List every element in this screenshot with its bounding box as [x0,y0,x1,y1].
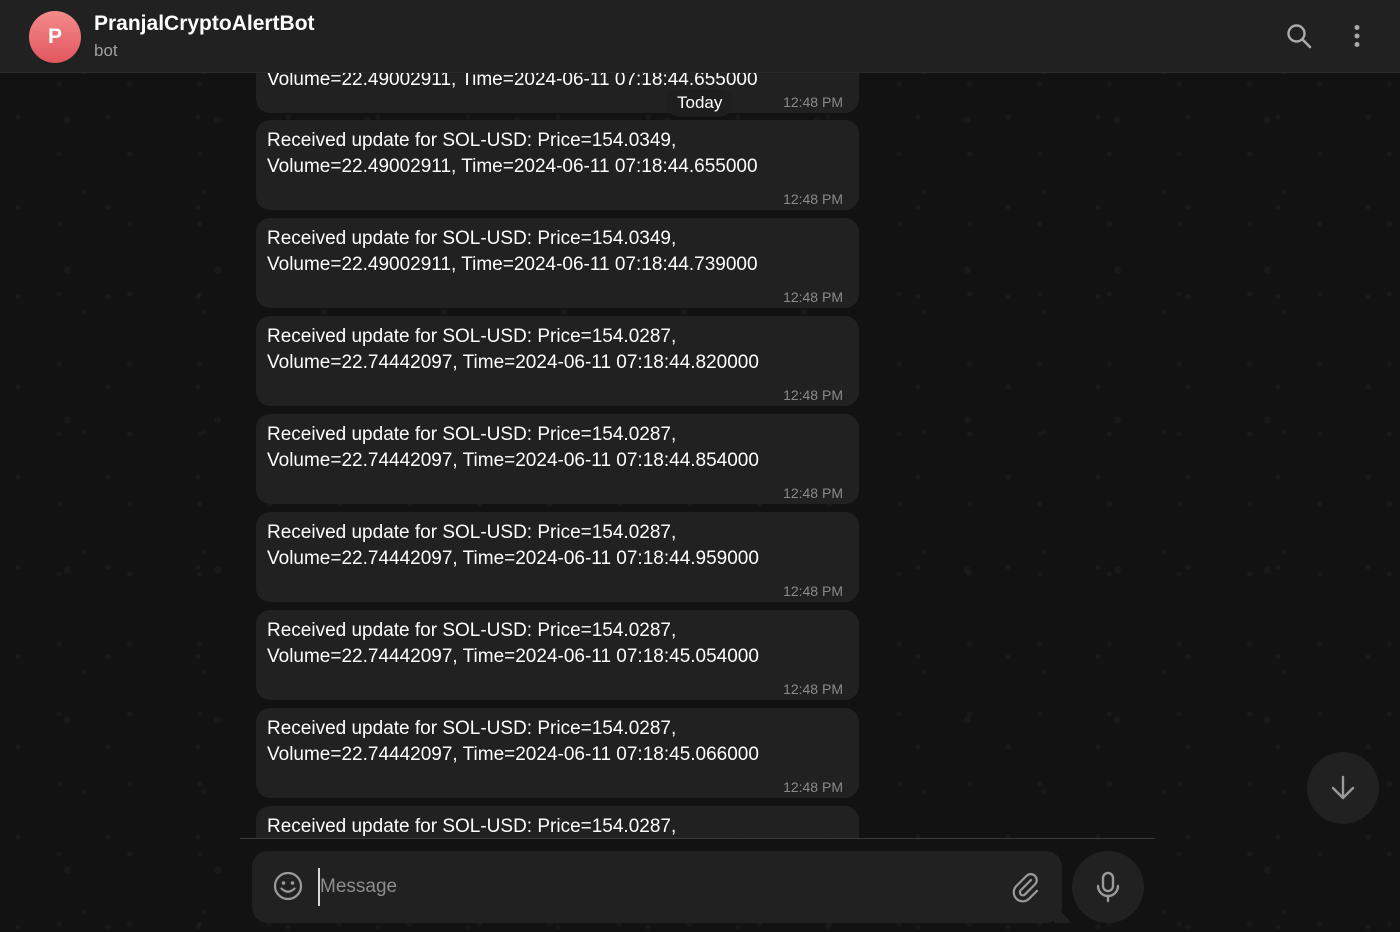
message-text: Received update for SOL-USD: Price=154.0… [267,522,759,569]
message-text: Received update for SOL-USD: Price=154.0… [267,816,677,837]
message-text: Volume=22.49002911, Time=2024-06-11 07:1… [267,73,758,90]
message-bubble[interactable]: Received update for SOL-USD: Price=154.0… [256,806,859,838]
voice-message-button[interactable] [1072,851,1144,923]
message-bubble[interactable]: Received update for SOL-USD: Price=154.0… [256,610,859,700]
composer-divider [240,838,1155,839]
date-divider: Today [666,89,734,117]
message-text: Received update for SOL-USD: Price=154.0… [267,130,758,177]
chat-header: P PranjalCryptoAlertBot bot [0,0,1400,73]
message-time: 12:48 PM [783,681,843,697]
smiley-icon [273,871,303,901]
attach-button[interactable] [1008,870,1042,904]
message-time: 12:48 PM [783,94,843,110]
more-vertical-icon [1354,25,1360,47]
avatar-letter: P [47,25,62,48]
message-bubble[interactable]: Received update for SOL-USD: Price=154.0… [256,708,859,798]
message-bubble[interactable]: Received update for SOL-USD: Price=154.0… [256,120,859,210]
paperclip-icon [1012,873,1039,903]
message-text: Received update for SOL-USD: Price=154.0… [267,620,759,667]
arrow-down-icon [1331,775,1355,800]
more-options-button[interactable] [1339,18,1375,54]
message-time: 12:48 PM [783,289,843,305]
microphone-icon [1096,871,1120,903]
message-time: 12:48 PM [783,779,843,795]
message-bubble[interactable]: Received update for SOL-USD: Price=154.0… [256,218,859,308]
message-time: 12:48 PM [783,191,843,207]
message-bubble[interactable]: Received update for SOL-USD: Price=154.0… [256,512,859,602]
search-button[interactable] [1281,18,1317,54]
emoji-button[interactable] [272,870,304,902]
message-bubble[interactable]: Received update for SOL-USD: Price=154.0… [256,414,859,504]
chat-subtitle: bot [94,41,118,60]
message-text: Received update for SOL-USD: Price=154.0… [267,718,759,765]
scroll-to-bottom-button[interactable] [1307,752,1379,824]
message-input[interactable] [318,868,978,906]
message-bubble[interactable]: Received update for SOL-USD: Price=154.0… [256,316,859,406]
message-time: 12:48 PM [783,485,843,501]
message-text: Received update for SOL-USD: Price=154.0… [267,326,759,373]
message-time: 12:48 PM [783,583,843,599]
message-text: Received update for SOL-USD: Price=154.0… [267,424,759,471]
chat-title[interactable]: PranjalCryptoAlertBot [94,12,315,36]
message-bubble[interactable]: Volume=22.49002911, Time=2024-06-11 07:1… [256,73,859,113]
message-time: 12:48 PM [783,387,843,403]
message-list[interactable]: Volume=22.49002911, Time=2024-06-11 07:1… [0,73,1400,838]
avatar[interactable]: P [29,11,81,63]
message-text: Received update for SOL-USD: Price=154.0… [267,228,758,275]
search-icon [1287,24,1312,49]
